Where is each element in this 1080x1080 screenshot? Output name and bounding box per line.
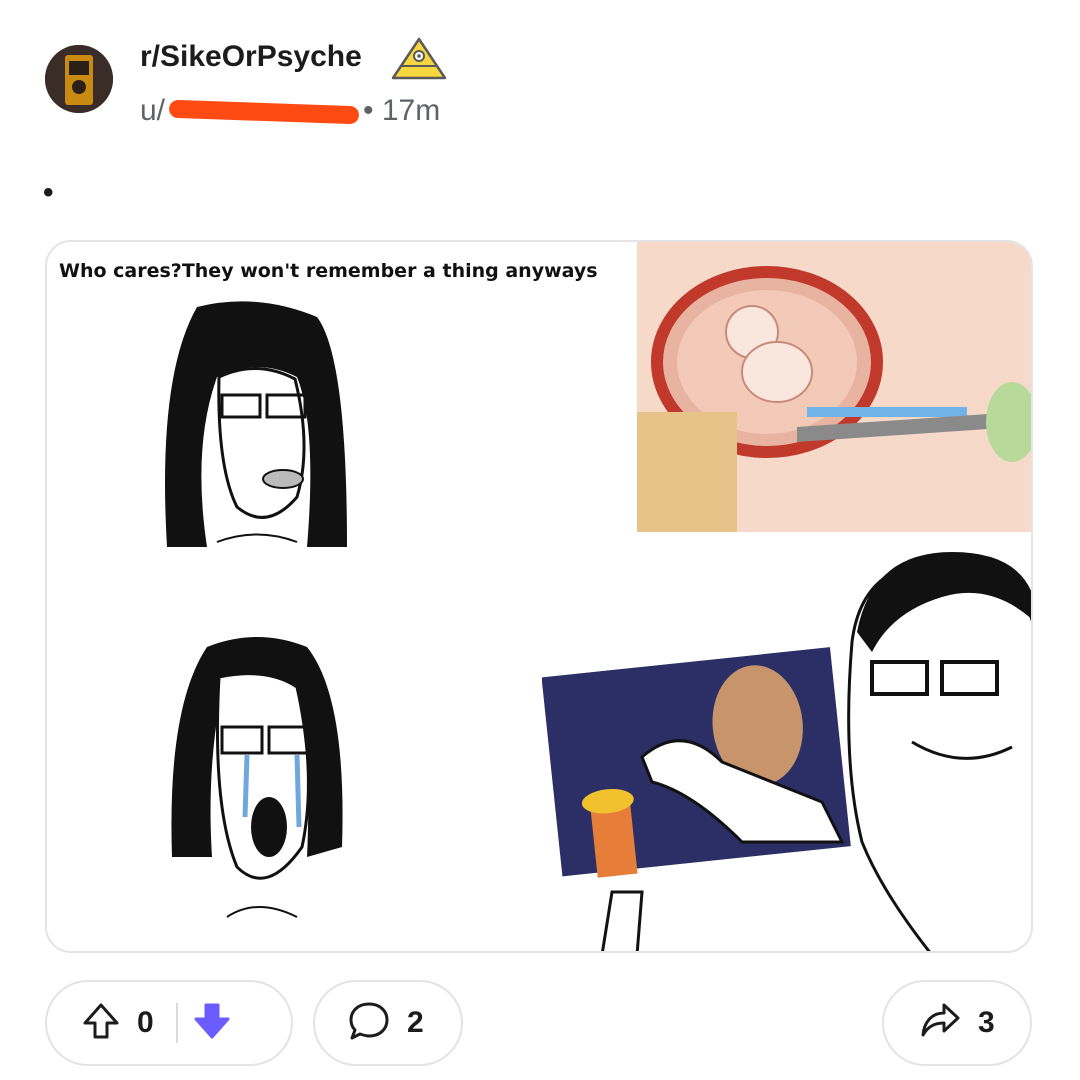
post-meta: u/• 17m — [140, 94, 441, 127]
comment-button[interactable]: 2 — [313, 980, 463, 1066]
mod-pyramid-icon — [390, 36, 448, 82]
share-icon — [918, 999, 962, 1048]
share-button[interactable]: 3 — [882, 980, 1032, 1066]
subreddit-avatar[interactable] — [45, 45, 113, 113]
wojak-crying — [157, 627, 377, 947]
subreddit-name[interactable]: r/SikeOrPsyche — [140, 40, 362, 74]
post-body: • — [43, 176, 54, 209]
post-image[interactable]: Who cares?They won't remember a thing an… — [45, 240, 1033, 953]
wojak-top-left — [157, 297, 357, 557]
avatar-image — [45, 45, 113, 113]
redacted-username — [168, 99, 360, 125]
meme-caption: Who cares?They won't remember a thing an… — [59, 260, 598, 282]
wojak-with-photo — [542, 542, 1031, 951]
downvote-icon[interactable] — [192, 1001, 232, 1046]
comment-icon — [347, 999, 391, 1048]
vote-divider — [175, 1003, 178, 1043]
upvote-icon[interactable] — [81, 1001, 121, 1046]
share-count: 3 — [978, 1006, 995, 1039]
vote-bar: 0 — [45, 980, 293, 1066]
username-prefix[interactable]: u/ — [140, 94, 165, 127]
upvote-count: 0 — [137, 1006, 154, 1039]
comment-count: 2 — [407, 1006, 424, 1039]
medical-illustration — [637, 242, 1031, 532]
post-time: 17m — [381, 94, 441, 127]
